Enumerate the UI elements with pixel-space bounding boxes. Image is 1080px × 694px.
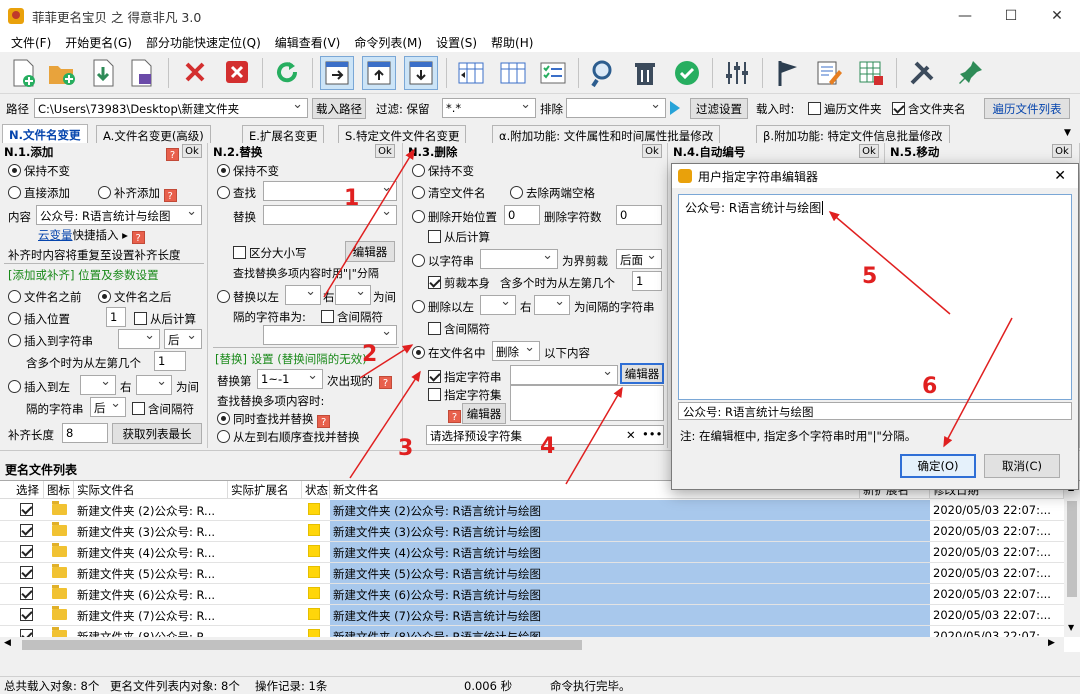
annotation-arrows [323,148,1013,485]
annotation-2: 2 [362,342,378,367]
annotation-6: 6 [922,374,938,399]
annotation-4: 4 [540,434,556,459]
annotation-3: 3 [398,436,414,461]
annotation-5: 5 [862,264,878,289]
annotation-1: 1 [344,186,360,211]
